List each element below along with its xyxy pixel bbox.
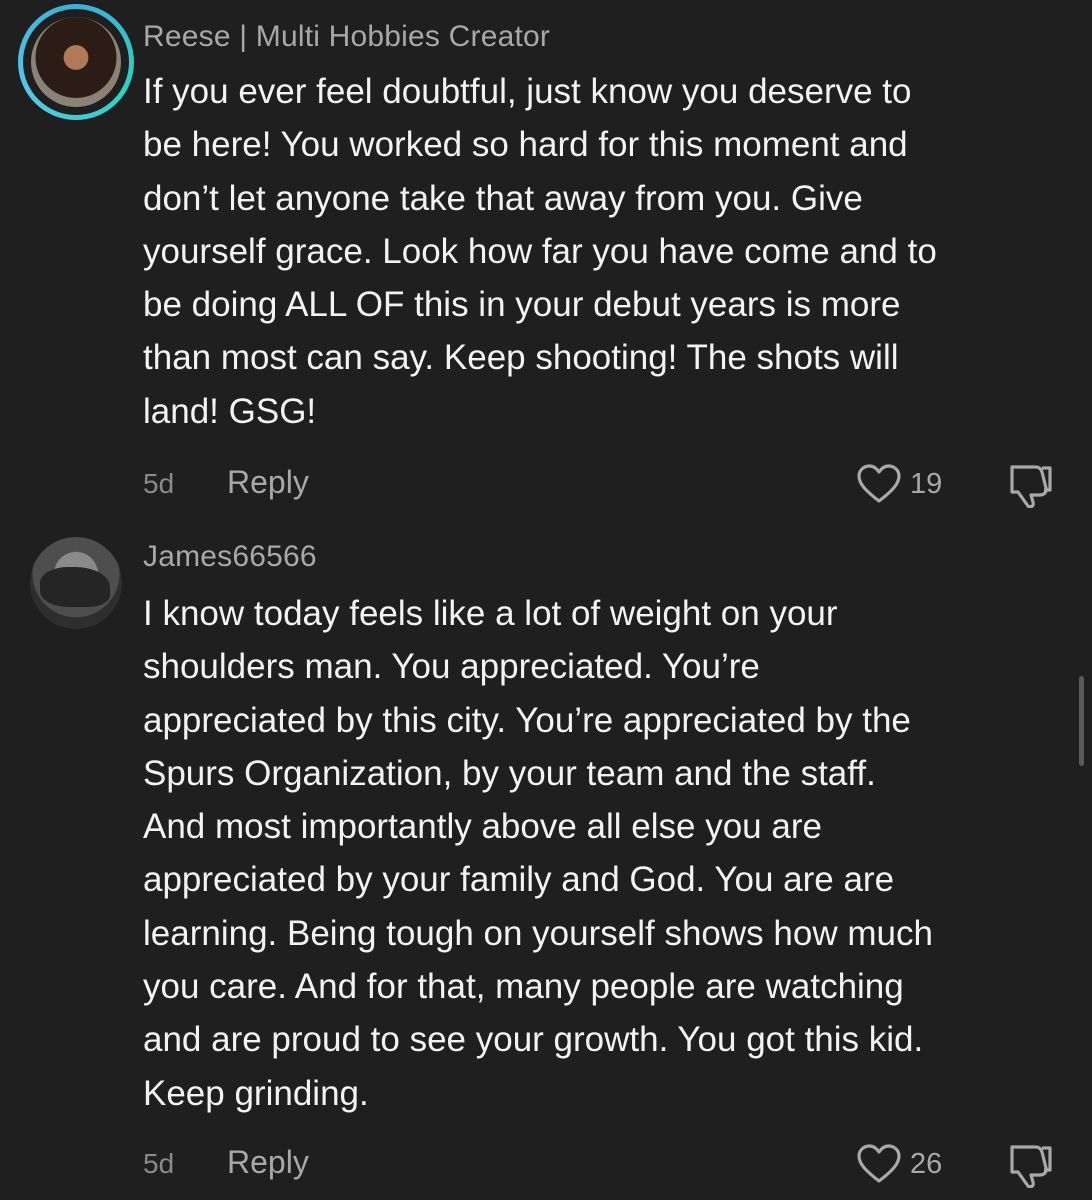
comment-timestamp: 5d	[143, 468, 175, 499]
rhino-image	[40, 567, 110, 607]
comment-timestamp: 5d	[143, 1148, 175, 1179]
heart-icon[interactable]	[856, 464, 902, 504]
reply-button[interactable]: Reply	[227, 1144, 309, 1181]
comment-item: Reese | Multi Hobbies Creator If you eve…	[0, 0, 1092, 520]
scrollbar[interactable]	[1079, 676, 1084, 766]
comment-text: I know today feels like a lot of weight …	[143, 594, 933, 1113]
comment-actions: 5d Reply 26	[0, 1140, 1092, 1190]
heart-icon[interactable]	[856, 1144, 902, 1184]
reply-button[interactable]: Reply	[227, 464, 309, 501]
thumbs-down-icon[interactable]	[1006, 1142, 1054, 1188]
avatar[interactable]	[30, 537, 122, 629]
comment-username[interactable]: Reese | Multi Hobbies Creator	[143, 20, 550, 54]
comment-text: If you ever feel doubtful, just know you…	[143, 72, 937, 431]
comment-actions: 5d Reply 19	[0, 460, 1092, 510]
comment-username[interactable]: James66566	[143, 540, 317, 574]
comment-item: James66566 I know today feels like a lot…	[0, 520, 1092, 1200]
thumbs-down-icon[interactable]	[1006, 462, 1054, 508]
like-count: 19	[910, 468, 943, 500]
avatar[interactable]	[31, 17, 121, 107]
like-count: 26	[910, 1148, 943, 1180]
